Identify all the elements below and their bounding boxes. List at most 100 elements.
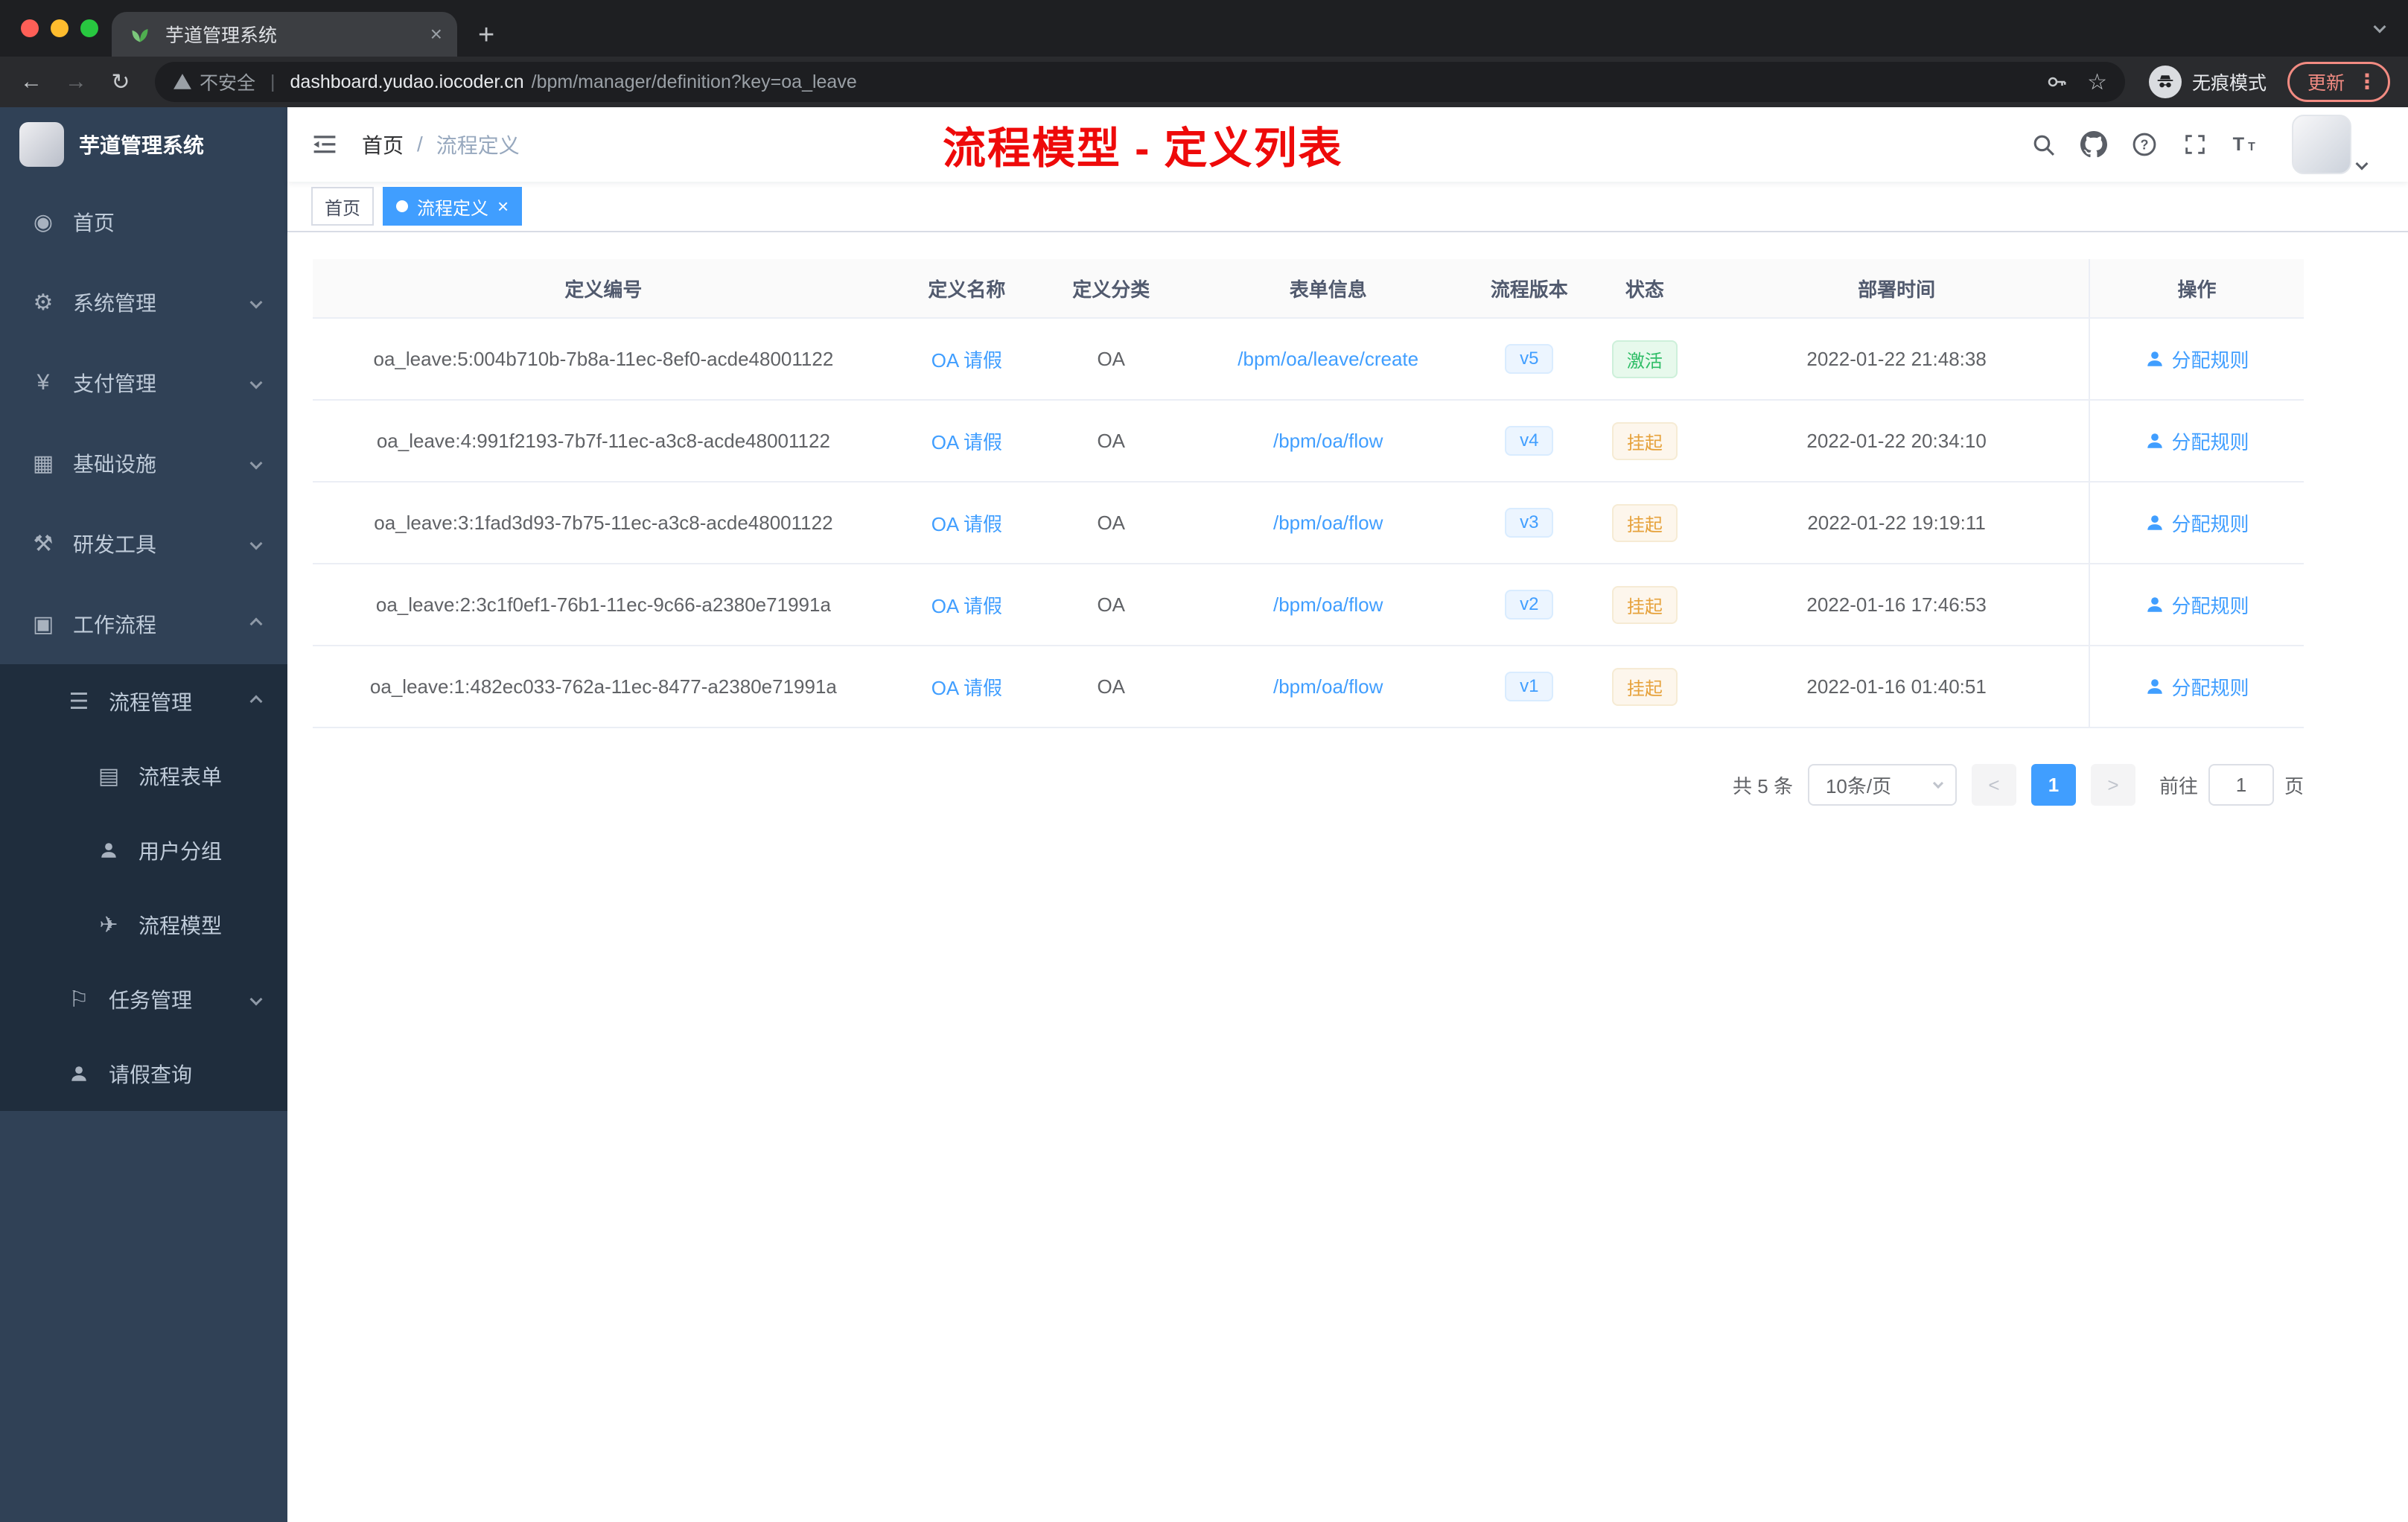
breadcrumb-home[interactable]: 首页 xyxy=(362,130,404,159)
browser-tab[interactable]: 芋道管理系统 × xyxy=(112,12,457,57)
next-page-button[interactable]: > xyxy=(2090,764,2135,806)
assign-rule-link[interactable]: 分配规则 xyxy=(2145,591,2249,619)
definition-name-link[interactable]: OA 请假 xyxy=(931,591,1002,619)
deploy-time: 2022-01-16 01:40:51 xyxy=(1806,675,1987,698)
definition-name-link[interactable]: OA 请假 xyxy=(931,673,1002,701)
fullscreen-icon[interactable] xyxy=(2173,118,2217,171)
sidebar-item-system[interactable]: ⚙ 系统管理 xyxy=(0,262,287,343)
person-icon xyxy=(2145,431,2165,450)
form-info-link[interactable]: /bpm/oa/flow xyxy=(1273,512,1383,535)
breadcrumb: 首页 / 流程定义 xyxy=(362,130,520,159)
dashboard-icon: ◉ xyxy=(33,209,54,235)
form-info-link[interactable]: /bpm/oa/flow xyxy=(1273,593,1383,617)
table-row: oa_leave:5:004b710b-7b8a-11ec-8ef0-acde4… xyxy=(313,319,2304,401)
tag-process-definition[interactable]: 流程定义 × xyxy=(383,187,523,226)
header-actions: ? TT xyxy=(2021,115,2369,174)
sidebar-item-dev-tools[interactable]: ⚒ 研发工具 xyxy=(0,503,287,584)
new-tab-button[interactable]: + xyxy=(478,21,494,49)
search-icon[interactable] xyxy=(2021,118,2065,171)
reload-button[interactable]: ↻ xyxy=(101,63,140,101)
security-label: 不安全 xyxy=(200,73,256,94)
sidebar-collapse-button[interactable] xyxy=(287,107,362,182)
font-size-icon[interactable]: TT xyxy=(2223,118,2268,171)
tag-home[interactable]: 首页 xyxy=(311,187,374,226)
page-number-button[interactable]: 1 xyxy=(2030,764,2076,806)
back-button[interactable]: ← xyxy=(12,63,51,101)
user-menu[interactable] xyxy=(2292,115,2369,174)
definition-name-link[interactable]: OA 请假 xyxy=(931,509,1002,537)
address-bar[interactable]: 不安全 | dashboard.yudao.iocoder.cn /bpm/ma… xyxy=(155,62,2125,102)
chevron-down-icon xyxy=(249,296,263,309)
sidebar-item-workflow[interactable]: ▣ 工作流程 xyxy=(0,584,287,664)
assign-rule-link[interactable]: 分配规则 xyxy=(2145,346,2249,373)
column-header-time: 部署时间 xyxy=(1858,278,1936,301)
window-close-button[interactable] xyxy=(21,19,39,37)
sidebar-item-process-model[interactable]: ✈ 流程模型 xyxy=(0,888,287,962)
tab-close-icon[interactable]: × xyxy=(430,24,442,45)
person-icon xyxy=(2145,677,2165,696)
svg-text:T: T xyxy=(2233,134,2245,155)
forward-button[interactable]: → xyxy=(57,63,95,101)
sidebar-item-task-management[interactable]: ⚐ 任务管理 xyxy=(0,962,287,1037)
help-icon[interactable]: ? xyxy=(2122,118,2167,171)
grid-icon: ▦ xyxy=(32,450,54,476)
sidebar-item-payment[interactable]: ¥ 支付管理 xyxy=(0,343,287,423)
window-minimize-button[interactable] xyxy=(51,19,69,37)
definition-name-link[interactable]: OA 请假 xyxy=(931,427,1002,455)
sidebar-item-process-management[interactable]: ☰ 流程管理 xyxy=(0,664,287,739)
incognito-icon xyxy=(2148,66,2182,98)
logo-avatar xyxy=(19,122,64,167)
prev-page-button[interactable]: < xyxy=(1971,764,2016,806)
page-content: 定义编号 定义名称 定义分类 表单信息 流程版本 状态 部署时间 操作 oa_l… xyxy=(287,232,2408,1522)
sidebar-item-leave-query[interactable]: 请假查询 xyxy=(0,1037,287,1111)
tab-favicon-icon xyxy=(127,24,153,45)
goto-page-input[interactable] xyxy=(2208,764,2274,806)
chevron-up-icon xyxy=(249,617,263,631)
column-header-version: 流程版本 xyxy=(1490,278,1568,301)
tag-label: 首页 xyxy=(325,198,360,219)
page-size-select[interactable]: 10条/页 xyxy=(1807,764,1957,806)
sidebar-item-home[interactable]: ◉ 首页 xyxy=(0,182,287,262)
workflow-icon: ▣ xyxy=(32,611,54,637)
update-button[interactable]: 更新 ⋮ xyxy=(2287,62,2390,102)
column-header-form: 表单信息 xyxy=(1289,278,1367,301)
bookmark-star-icon[interactable]: ☆ xyxy=(2087,69,2107,95)
assign-rule-link[interactable]: 分配规则 xyxy=(2145,673,2249,701)
url-path: /bpm/manager/definition?key=oa_leave xyxy=(531,71,857,92)
form-info-link[interactable]: /bpm/oa/flow xyxy=(1273,675,1383,698)
person-icon xyxy=(66,1064,92,1083)
sidebar-logo[interactable]: 芋道管理系统 xyxy=(0,107,287,182)
definition-category: OA xyxy=(1097,675,1126,698)
goto-label: 前往 xyxy=(2159,774,2198,797)
svg-text:T: T xyxy=(2248,141,2255,153)
column-header-category: 定义分类 xyxy=(1072,278,1150,301)
github-icon[interactable] xyxy=(2071,118,2116,171)
password-key-icon[interactable] xyxy=(2045,71,2068,93)
yen-icon: ¥ xyxy=(36,370,50,395)
assign-rule-link[interactable]: 分配规则 xyxy=(2145,427,2249,455)
version-badge: v4 xyxy=(1505,426,1554,456)
page-size-value: 10条/页 xyxy=(1825,774,1892,797)
definition-table: 定义编号 定义名称 定义分类 表单信息 流程版本 状态 部署时间 操作 oa_l… xyxy=(313,259,2304,728)
definition-category: OA xyxy=(1097,511,1126,534)
assign-rule-link[interactable]: 分配规则 xyxy=(2145,509,2249,537)
form-info-link[interactable]: /bpm/oa/flow xyxy=(1273,430,1383,453)
tab-search-chevron-icon[interactable] xyxy=(2373,20,2386,34)
sidebar-item-infrastructure[interactable]: ▦ 基础设施 xyxy=(0,423,287,503)
status-badge: 挂起 xyxy=(1611,503,1678,542)
sidebar-item-user-group[interactable]: 用户分组 xyxy=(0,813,287,888)
pagination-total: 共 5 条 xyxy=(1733,774,1793,797)
definition-name-link[interactable]: OA 请假 xyxy=(931,346,1002,373)
list-icon: ☰ xyxy=(69,689,89,714)
assign-rule-label: 分配规则 xyxy=(2171,430,2249,453)
tag-close-icon[interactable]: × xyxy=(497,197,509,216)
form-info-link[interactable]: /bpm/oa/leave/create xyxy=(1238,348,1418,371)
definition-id: oa_leave:5:004b710b-7b8a-11ec-8ef0-acde4… xyxy=(373,347,834,370)
window-zoom-button[interactable] xyxy=(80,19,98,37)
browser-menu-icon[interactable]: ⋮ xyxy=(2357,71,2377,92)
sidebar-item-process-form[interactable]: ▤ 流程表单 xyxy=(0,739,287,813)
deploy-time: 2022-01-22 20:34:10 xyxy=(1806,429,1987,452)
deploy-time: 2022-01-16 17:46:53 xyxy=(1806,593,1987,616)
incognito-badge: 无痕模式 xyxy=(2148,66,2267,98)
assign-rule-label: 分配规则 xyxy=(2171,676,2249,699)
